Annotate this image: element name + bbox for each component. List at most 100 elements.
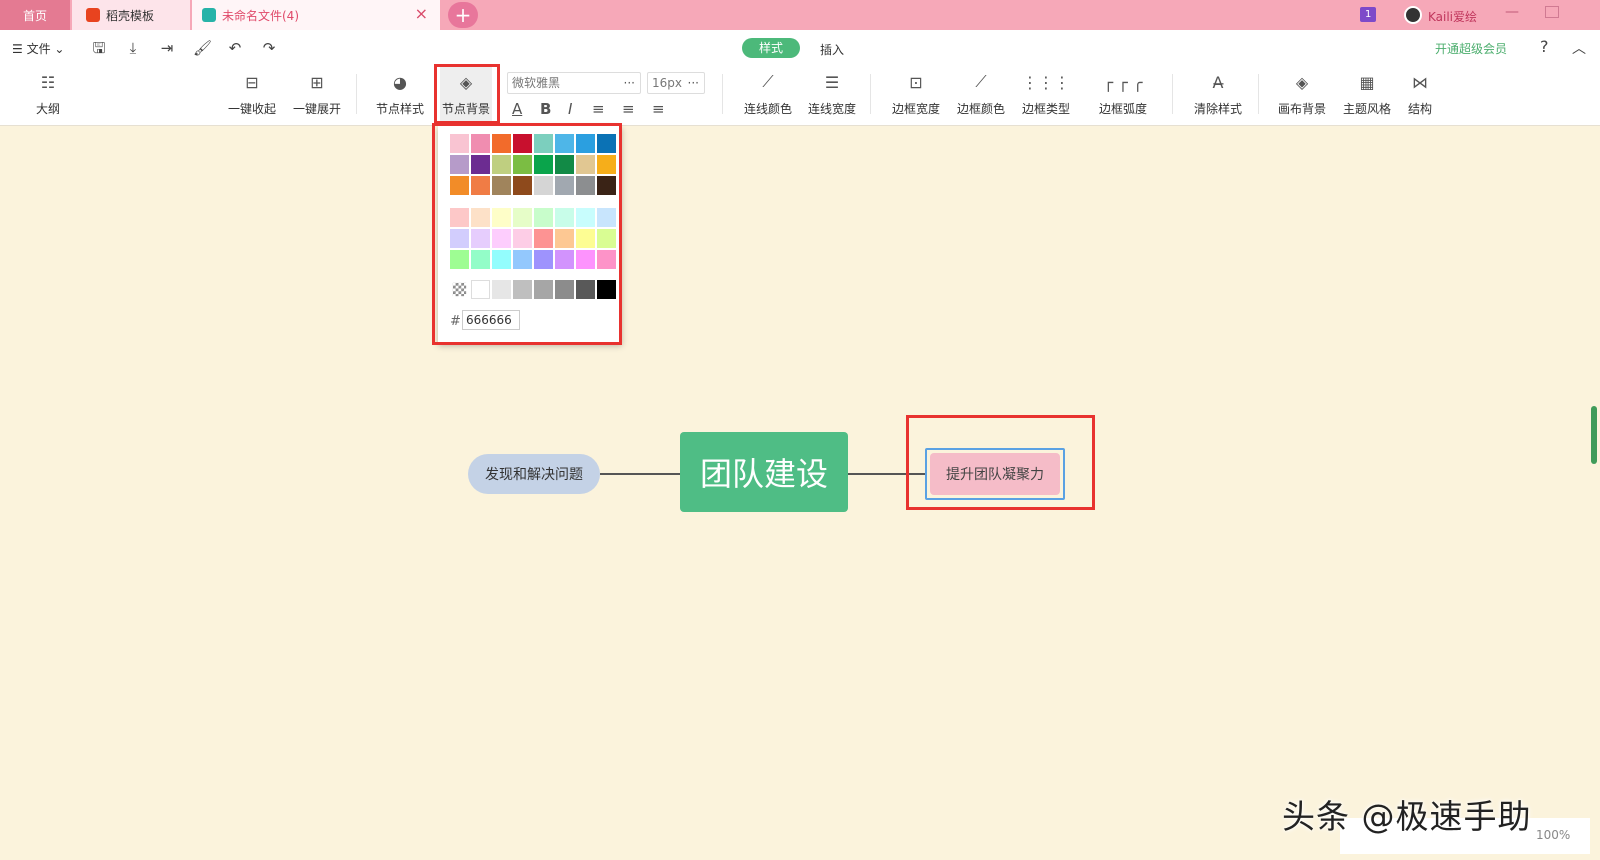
color-swatch[interactable] — [513, 155, 532, 174]
hex-color-input[interactable] — [462, 310, 520, 330]
color-swatch[interactable] — [555, 176, 574, 195]
close-tab-icon[interactable]: × — [415, 6, 428, 22]
align-left-icon[interactable]: ≡ — [592, 100, 605, 118]
outline-button[interactable]: ☷ 大纲 — [30, 64, 66, 126]
avatar[interactable] — [1404, 6, 1422, 24]
color-swatch[interactable] — [450, 250, 469, 269]
tab-template[interactable]: 稻壳模板 — [72, 0, 190, 30]
color-swatch[interactable] — [513, 208, 532, 227]
color-swatch[interactable] — [471, 176, 490, 195]
canvas-background-button[interactable]: ◈ 画布背景 — [1276, 64, 1328, 126]
color-swatch[interactable] — [471, 134, 490, 153]
tab-home[interactable]: 首页 — [0, 0, 70, 30]
theme-style-button[interactable]: ▦ 主题风格 — [1341, 64, 1393, 126]
color-swatch[interactable] — [555, 250, 574, 269]
border-width-button[interactable]: ⊡ 边框宽度 — [890, 64, 942, 126]
color-swatch[interactable] — [597, 229, 616, 248]
redo-icon[interactable]: ↷ — [260, 39, 278, 57]
tab-style[interactable]: 样式 — [742, 38, 800, 58]
expand-all-button[interactable]: ⊞ 一键展开 — [291, 64, 343, 126]
notification-badge[interactable]: 1 — [1360, 7, 1377, 22]
color-swatch[interactable] — [555, 134, 574, 153]
color-swatch[interactable] — [534, 176, 553, 195]
color-swatch[interactable] — [576, 155, 595, 174]
node-style-button[interactable]: ◕ 节点样式 — [374, 64, 426, 126]
save-icon[interactable]: 🖫 — [90, 39, 108, 57]
undo-icon[interactable]: ↶ — [226, 39, 244, 57]
color-swatch[interactable] — [555, 208, 574, 227]
download-icon[interactable]: ⤓ — [124, 39, 142, 57]
color-swatch[interactable] — [597, 280, 616, 299]
mindmap-node-right[interactable]: 提升团队凝聚力 — [930, 453, 1060, 495]
structure-button[interactable]: ⋈ 结构 — [1400, 64, 1440, 126]
italic-icon[interactable]: I — [568, 100, 572, 118]
node-background-button[interactable]: ◈ 节点背景 — [440, 64, 492, 126]
color-swatch[interactable] — [492, 280, 511, 299]
help-icon[interactable]: ? — [1540, 37, 1549, 56]
color-swatch[interactable] — [576, 229, 595, 248]
color-swatch[interactable] — [471, 280, 490, 299]
color-swatch[interactable] — [534, 134, 553, 153]
color-swatch[interactable] — [555, 155, 574, 174]
color-swatch[interactable] — [576, 208, 595, 227]
color-swatch[interactable] — [471, 155, 490, 174]
color-swatch[interactable] — [492, 134, 511, 153]
color-swatch[interactable] — [450, 155, 469, 174]
color-swatch[interactable] — [513, 229, 532, 248]
color-swatch[interactable] — [576, 134, 595, 153]
username[interactable]: Kaili爱绘 — [1428, 8, 1477, 25]
font-family-select[interactable]: 微软雅黑 ··· — [507, 72, 641, 94]
tab-current-file[interactable]: 未命名文件(4) × — [192, 0, 440, 30]
align-center-icon[interactable]: ≡ — [622, 100, 635, 118]
maximize-icon[interactable] — [1545, 6, 1559, 18]
line-width-button[interactable]: ☰ 连线宽度 — [806, 64, 858, 126]
add-tab-button[interactable]: + — [448, 2, 478, 28]
color-swatch[interactable] — [576, 176, 595, 195]
color-swatch[interactable] — [555, 280, 574, 299]
color-swatch[interactable] — [492, 208, 511, 227]
clear-style-button[interactable]: A̶ 清除样式 — [1192, 64, 1244, 126]
color-swatch[interactable] — [555, 229, 574, 248]
export-icon[interactable]: ⇥ — [158, 39, 176, 57]
color-swatch[interactable] — [513, 250, 532, 269]
font-color-icon[interactable]: A — [512, 100, 522, 118]
tab-insert[interactable]: 插入 — [820, 41, 844, 58]
color-swatch[interactable] — [450, 134, 469, 153]
color-swatch[interactable] — [471, 250, 490, 269]
color-swatch[interactable] — [597, 176, 616, 195]
color-swatch[interactable] — [597, 250, 616, 269]
color-swatch[interactable] — [513, 176, 532, 195]
file-menu-button[interactable]: ☰ 文件 ⌄ — [12, 40, 64, 57]
color-swatch[interactable] — [471, 229, 490, 248]
line-color-button[interactable]: ⟋ 连线颜色 — [742, 64, 794, 126]
color-swatch[interactable] — [513, 134, 532, 153]
color-swatch[interactable] — [492, 155, 511, 174]
bold-icon[interactable]: B — [540, 100, 551, 118]
collapse-ribbon-icon[interactable]: ︿ — [1572, 38, 1586, 58]
collapse-all-button[interactable]: ⊟ 一键收起 — [226, 64, 278, 126]
color-swatch[interactable] — [471, 208, 490, 227]
color-swatch[interactable] — [450, 176, 469, 195]
align-right-icon[interactable]: ≡ — [652, 100, 665, 118]
zoom-level[interactable]: 100% — [1536, 828, 1570, 842]
color-swatch[interactable] — [576, 280, 595, 299]
border-color-button[interactable]: ⟋ 边框颜色 — [955, 64, 1007, 126]
vip-link[interactable]: 开通超级会员 — [1435, 40, 1507, 57]
color-swatch[interactable] — [597, 155, 616, 174]
color-swatch[interactable] — [597, 208, 616, 227]
border-radius-button[interactable]: ┌ ┌ ╭ 边框弧度 — [1090, 64, 1156, 126]
minimize-icon[interactable]: — — [1505, 4, 1519, 20]
color-swatch[interactable] — [576, 250, 595, 269]
color-swatch[interactable] — [450, 229, 469, 248]
border-type-button[interactable]: ⋮⋮⋮ 边框类型 — [1020, 64, 1072, 126]
mindmap-node-left[interactable]: 发现和解决问题 — [468, 454, 600, 494]
color-swatch[interactable] — [513, 280, 532, 299]
mindmap-root-node[interactable]: 团队建设 — [680, 432, 848, 512]
color-swatch[interactable] — [534, 280, 553, 299]
no-fill-icon[interactable] — [450, 280, 469, 299]
format-painter-icon[interactable]: 🖌 — [193, 39, 212, 57]
color-swatch[interactable] — [597, 134, 616, 153]
color-swatch[interactable] — [534, 250, 553, 269]
font-size-select[interactable]: 16px ··· — [647, 72, 705, 94]
color-swatch[interactable] — [492, 176, 511, 195]
